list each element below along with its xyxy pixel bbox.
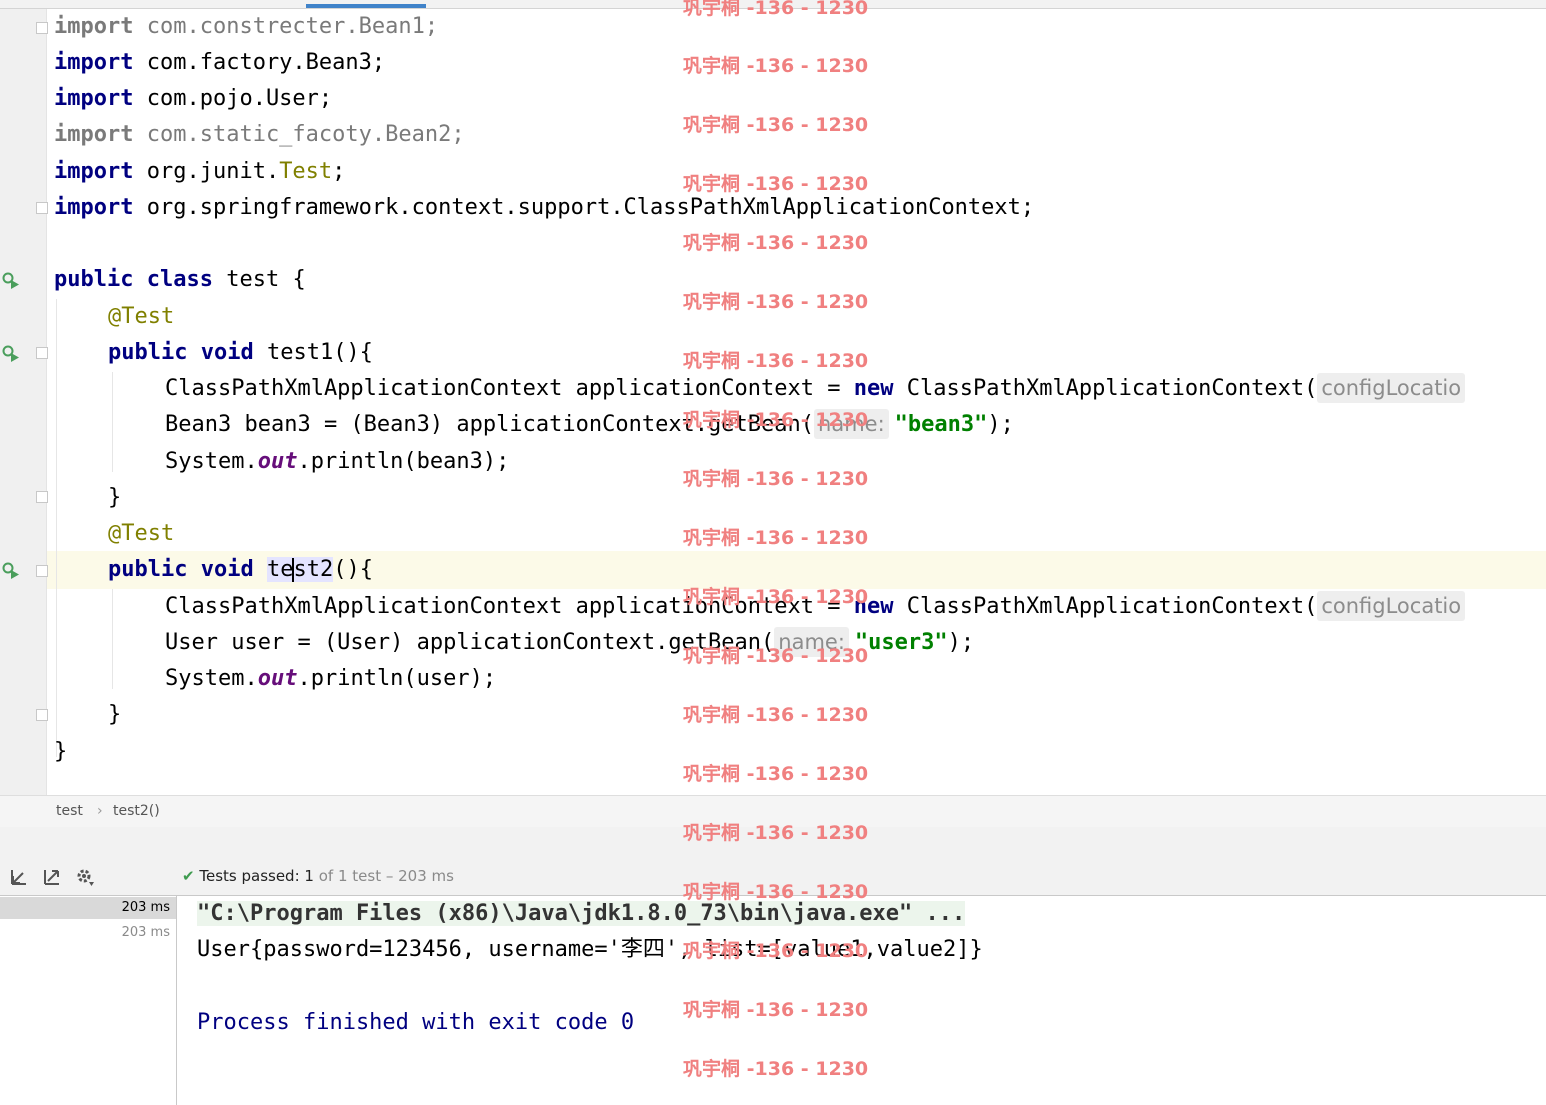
code-line-import: import org.junit.Test; xyxy=(54,159,346,184)
breadcrumb-separator: › xyxy=(97,803,103,819)
code-line: System.out.println(bean3); xyxy=(165,449,510,474)
fold-icon[interactable] xyxy=(36,202,48,214)
code-line-method-decl: public void test1(){ xyxy=(108,340,373,365)
active-tab-indicator xyxy=(306,4,426,8)
code-line-class-decl: public class test { xyxy=(54,267,306,292)
watermark-text: 巩宇桐 -136 - 1230 xyxy=(683,0,869,19)
watermark-text: 巩宇桐 -136 - 1230 xyxy=(683,704,869,726)
code-line-import: import com.constrecter.Bean1; xyxy=(54,14,439,39)
run-test-icon[interactable] xyxy=(2,345,20,363)
fold-icon[interactable] xyxy=(36,347,48,359)
watermark-text: 巩宇桐 -136 - 1230 xyxy=(683,645,869,667)
param-hint: configLocatio xyxy=(1317,373,1466,403)
method-name-highlight: test2 xyxy=(266,557,334,582)
run-test-icon[interactable] xyxy=(2,562,20,580)
watermark-text: 巩宇桐 -136 - 1230 xyxy=(683,999,869,1021)
watermark-text: 巩宇桐 -136 - 1230 xyxy=(683,881,869,903)
watermark-text: 巩宇桐 -136 - 1230 xyxy=(683,55,869,77)
code-line: } xyxy=(54,739,68,764)
breadcrumb-item-method[interactable]: test2() xyxy=(113,803,160,819)
code-line-import: import com.factory.Bean3; xyxy=(54,50,386,75)
breadcrumb-item-class[interactable]: test xyxy=(56,803,83,819)
indent-guide xyxy=(112,372,113,472)
watermark-text: 巩宇桐 -136 - 1230 xyxy=(683,173,869,195)
watermark-text: 巩宇桐 -136 - 1230 xyxy=(683,586,869,608)
code-line: } xyxy=(108,485,122,510)
watermark-text: 巩宇桐 -136 - 1230 xyxy=(683,468,869,490)
test-status: ✔ Tests passed: 1 of 1 test – 203 ms xyxy=(182,867,454,885)
indent-guide xyxy=(112,589,113,689)
export-tests-icon[interactable] xyxy=(42,867,62,887)
fold-icon[interactable] xyxy=(36,565,48,577)
run-test-icon[interactable] xyxy=(2,272,20,290)
watermark-text: 巩宇桐 -136 - 1230 xyxy=(683,940,869,962)
code-line-method-decl: public void test2(){ xyxy=(108,557,373,582)
test-tree[interactable]: 203 ms 203 ms xyxy=(0,896,177,1105)
watermark-text: 巩宇桐 -136 - 1230 xyxy=(683,409,869,431)
watermark-text: 巩宇桐 -136 - 1230 xyxy=(683,822,869,844)
watermark-text: 巩宇桐 -136 - 1230 xyxy=(683,232,869,254)
code-line: ClassPathXmlApplicationContext applicati… xyxy=(165,371,1471,407)
watermark-text: 巩宇桐 -136 - 1230 xyxy=(683,527,869,549)
test-tree-row[interactable]: 203 ms xyxy=(0,922,176,944)
test-tree-row[interactable]: 203 ms xyxy=(0,897,176,919)
console-exit-line: Process finished with exit code 0 xyxy=(197,1010,635,1035)
code-line-annotation: @Test xyxy=(108,521,175,546)
watermark-text: 巩宇桐 -136 - 1230 xyxy=(683,350,869,372)
watermark-text: 巩宇桐 -136 - 1230 xyxy=(683,1058,869,1080)
code-line-annotation: @Test xyxy=(108,304,175,329)
check-icon: ✔ xyxy=(182,867,195,885)
watermark-text: 巩宇桐 -136 - 1230 xyxy=(683,291,869,313)
import-tests-icon[interactable] xyxy=(9,867,29,887)
code-line-import: import com.static_facoty.Bean2; xyxy=(54,122,465,147)
fold-icon[interactable] xyxy=(36,22,48,34)
code-line-import: import org.springframework.context.suppo… xyxy=(54,195,1035,220)
watermark-text: 巩宇桐 -136 - 1230 xyxy=(683,763,869,785)
watermark-text: 巩宇桐 -136 - 1230 xyxy=(683,114,869,136)
gear-icon[interactable] xyxy=(75,867,95,887)
param-hint: configLocatio xyxy=(1317,591,1466,621)
code-line: Bean3 bean3 = (Bean3) applicationContext… xyxy=(165,407,1014,443)
code-line: System.out.println(user); xyxy=(165,666,497,691)
fold-icon[interactable] xyxy=(36,709,48,721)
code-line: } xyxy=(108,702,122,727)
indent-guide xyxy=(56,299,57,757)
code-line-import: import com.pojo.User; xyxy=(54,86,333,111)
editor-gutter[interactable] xyxy=(0,9,47,795)
fold-icon[interactable] xyxy=(36,491,48,503)
